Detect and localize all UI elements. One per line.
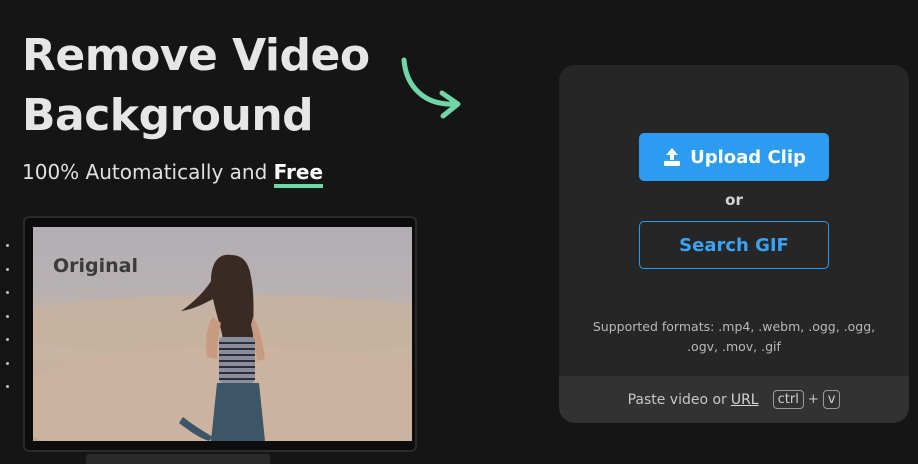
video-preview: Original	[33, 227, 412, 441]
paste-bar: Paste video or URL ctrl + v	[559, 376, 909, 423]
upload-clip-label: Upload Clip	[690, 146, 806, 168]
hero-title-line1: Remove Video	[22, 30, 370, 81]
video-preview-label: Original	[53, 255, 139, 277]
hero-title: Remove Video Background	[22, 26, 370, 146]
upload-icon	[664, 148, 681, 166]
search-gif-button[interactable]: Search GIF	[639, 221, 829, 269]
decorative-dots	[6, 244, 14, 409]
monitor-stand	[86, 454, 270, 464]
kbd-plus: +	[807, 392, 819, 407]
kbd-v: v	[822, 390, 841, 409]
person-figure	[179, 254, 265, 441]
upload-card: Upload Clip or Search GIF Supported form…	[559, 65, 909, 423]
paste-url-link[interactable]: URL	[731, 392, 759, 408]
kbd-ctrl: ctrl	[772, 390, 804, 409]
or-separator: or	[725, 191, 743, 209]
hero-title-line2: Background	[22, 90, 314, 141]
subtitle-highlight: Free	[273, 160, 324, 188]
hero-subtitle: 100% Automatically and Free	[22, 160, 324, 188]
paste-text: Paste video or	[627, 391, 727, 408]
video-preview-monitor: Original	[23, 216, 417, 452]
curved-arrow-icon	[401, 57, 461, 119]
supported-formats-text: Supported formats: .mp4, .webm, .ogg, .o…	[592, 319, 876, 354]
subtitle-text: 100% Automatically and	[22, 160, 274, 184]
upload-clip-button[interactable]: Upload Clip	[639, 133, 829, 181]
